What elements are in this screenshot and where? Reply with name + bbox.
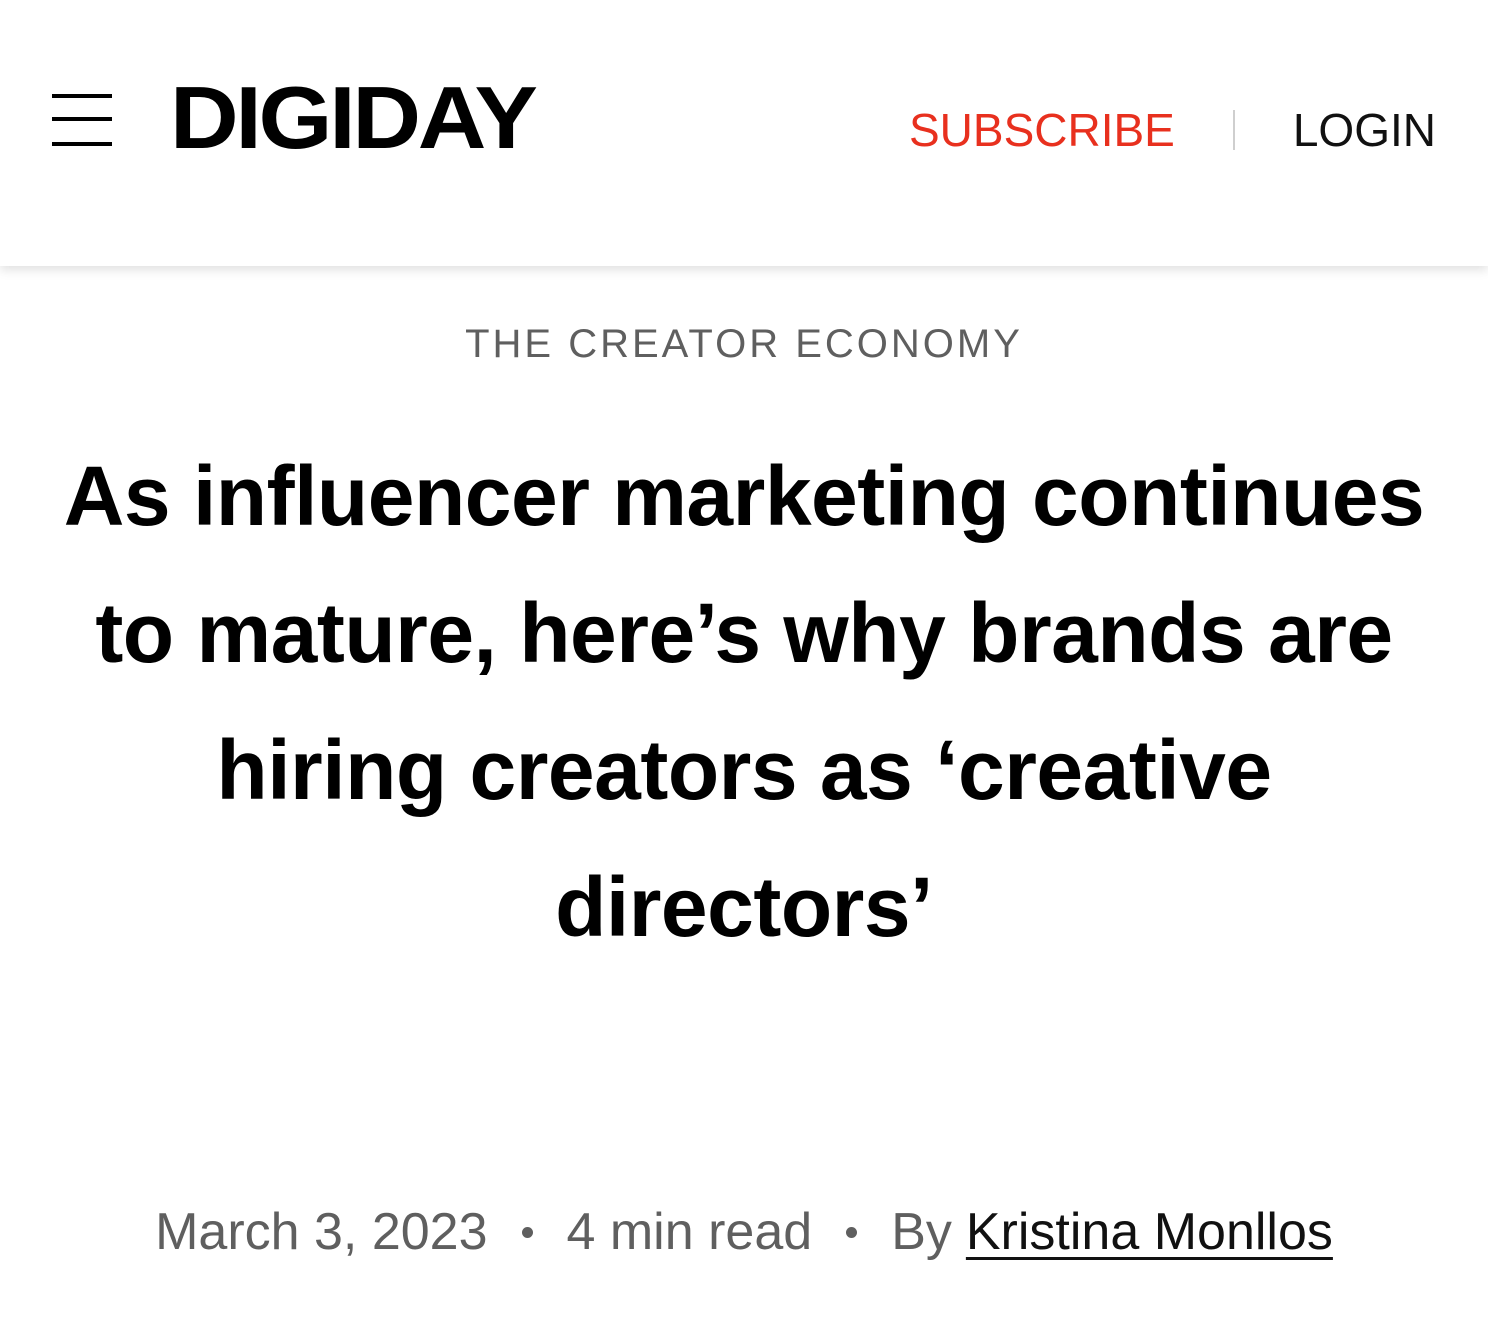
login-link[interactable]: LOGIN: [1293, 107, 1436, 153]
author-link[interactable]: Kristina Monllos: [966, 1206, 1333, 1258]
site-logo[interactable]: DIGIDAY: [170, 74, 538, 162]
article-category[interactable]: THE CREATOR ECONOMY: [0, 322, 1488, 366]
menu-bar: [52, 94, 112, 98]
account-nav: SUBSCRIBE LOGIN: [909, 104, 1436, 156]
site-header: DIGIDAY SUBSCRIBE LOGIN: [0, 0, 1488, 266]
nav-divider: [1232, 110, 1235, 150]
menu-bar: [52, 117, 112, 121]
byline-prefix: By: [891, 1203, 952, 1261]
publish-date: March 3, 2023: [155, 1203, 488, 1261]
article-headline: As influencer marketing continues to mat…: [63, 449, 1425, 954]
read-time: 4 min read: [566, 1203, 813, 1261]
separator-dot: [846, 1226, 858, 1238]
article-meta: March 3, 2023 4 min read By Kristina Mon…: [0, 1206, 1488, 1258]
menu-bar: [52, 142, 112, 146]
hamburger-menu-icon[interactable]: [52, 94, 112, 146]
subscribe-link[interactable]: SUBSCRIBE: [909, 107, 1175, 153]
separator-dot: [521, 1226, 533, 1238]
